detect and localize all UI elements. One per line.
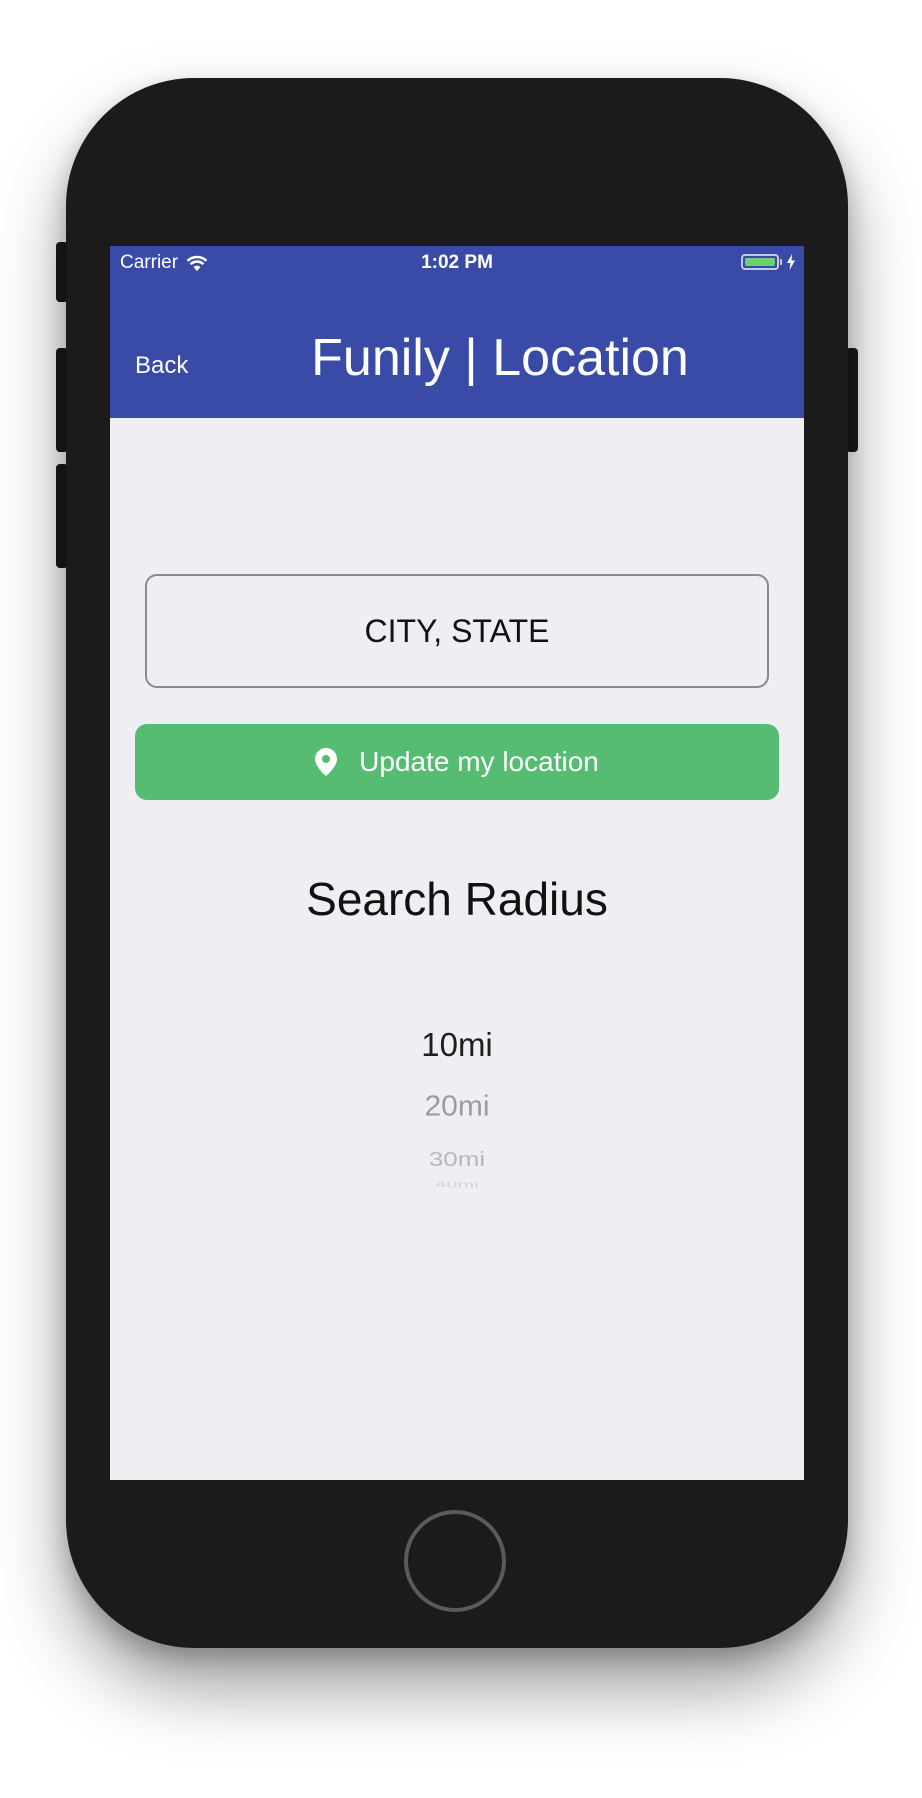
battery-icon [741,254,779,270]
picker-option-selected[interactable]: 10mi [110,1026,804,1064]
radius-picker[interactable]: 10mi 20mi 30mi 40mi [110,1026,804,1256]
charging-bolt-icon [787,254,795,270]
update-location-label: Update my location [359,746,599,777]
update-location-button[interactable]: Update my location [135,724,779,800]
battery-indicator [741,254,796,270]
battery-tip [780,259,782,265]
search-radius-heading: Search Radius [306,873,608,925]
picker-option[interactable]: 40mi [110,1182,804,1188]
status-bar: Carrier 1:02 PM [110,246,804,280]
page-title: Funily | Location [311,329,689,387]
app-screen: Carrier 1:02 PM Back Funily | Location C… [110,246,804,1480]
back-button[interactable]: Back [135,352,188,380]
city-state-input[interactable] [145,574,769,688]
battery-fill [745,258,775,266]
home-button[interactable] [404,1510,506,1612]
picker-option[interactable]: 20mi [110,1091,804,1123]
picker-option[interactable]: 30mi [110,1147,804,1171]
location-pin-icon [315,748,338,776]
status-time: 1:02 PM [421,252,493,273]
navigation-bar: Carrier 1:02 PM Back Funily | Location [110,246,804,418]
